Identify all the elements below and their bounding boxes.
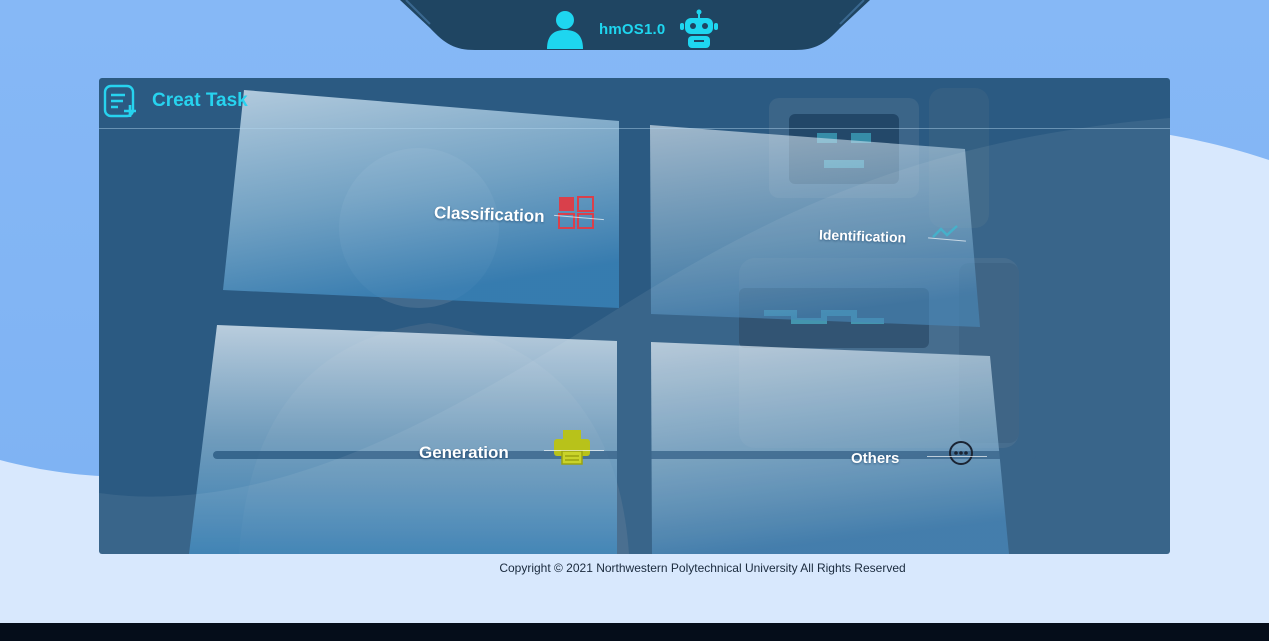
divider [927,456,987,457]
bottom-bar [0,623,1269,641]
create-task-icon [103,84,139,120]
app-title: hmOS1.0 [599,20,666,38]
grid-icon [558,196,596,230]
header-content: hmOS1.0 [545,8,719,50]
task-label: Generation [419,443,509,462]
task-classification[interactable]: Classification [224,90,619,308]
task-label: Classification [433,203,545,226]
task-identification[interactable]: Identification [651,125,981,325]
task-label: Identification [818,226,907,246]
robot-icon[interactable] [679,9,719,49]
more-icon [948,440,974,466]
task-others[interactable]: Others [652,342,1009,554]
user-icon[interactable] [545,9,585,49]
copyright-text: Copyright © 2021 Northwestern Polytechni… [499,561,906,575]
task-label: Others [851,450,900,467]
create-task-panel: Creat Task Classification Identification… [99,78,1170,554]
printer-icon [552,428,592,466]
task-generation[interactable]: Generation [189,325,617,554]
divider [544,450,604,451]
